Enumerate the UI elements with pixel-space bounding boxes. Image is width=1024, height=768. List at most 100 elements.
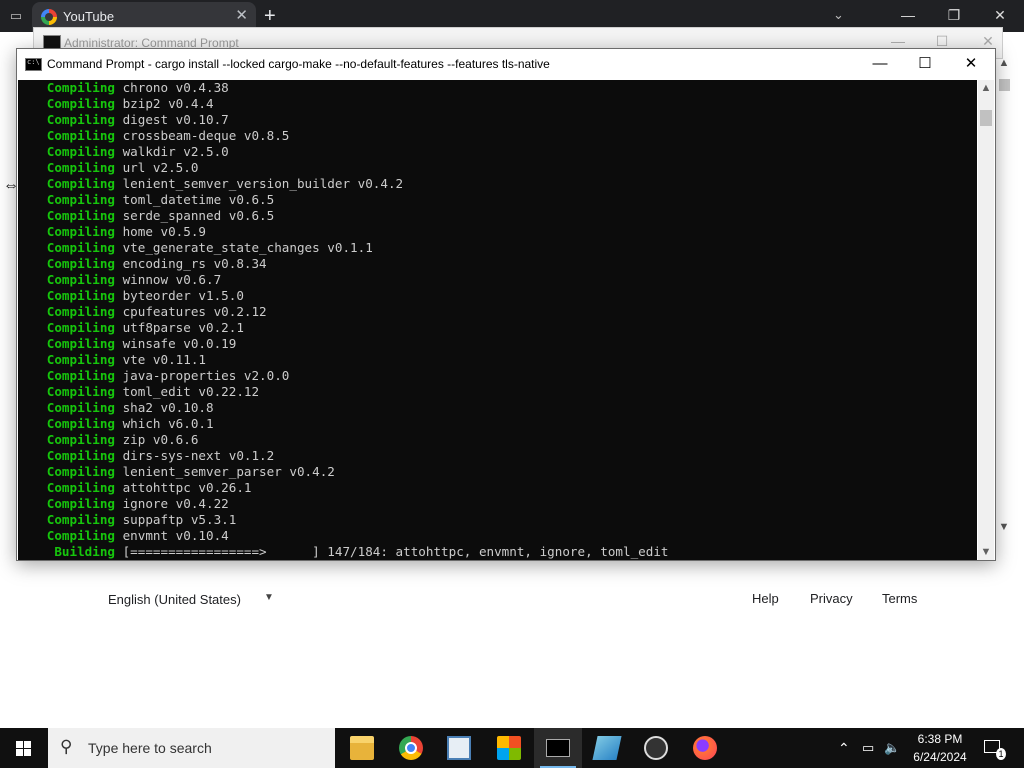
page-scroll-down-icon[interactable]: ▼ <box>996 521 1012 533</box>
console-keyword: Compiling <box>24 400 115 415</box>
console-line: Compiling walkdir v2.5.0 <box>24 144 229 160</box>
firefox-icon <box>693 736 717 760</box>
console-line: Compiling zip v0.6.6 <box>24 432 199 448</box>
console-keyword: Compiling <box>24 256 115 271</box>
language-selector[interactable]: English (United States) <box>108 592 241 607</box>
console-keyword: Compiling <box>24 416 115 431</box>
console-line: Compiling winsafe v0.0.19 <box>24 336 237 352</box>
console-scroll-down-icon[interactable]: ▼ <box>978 544 994 560</box>
console-text: bzip2 v0.4.4 <box>115 96 214 111</box>
taskbar-search-box[interactable]: ⚲ Type here to search <box>48 728 335 768</box>
cmd-window-title: Command Prompt - cargo install --locked … <box>47 57 550 71</box>
tab-close-icon[interactable]: ✕ <box>235 7 248 25</box>
console-keyword: Compiling <box>24 288 115 303</box>
console-keyword: Compiling <box>24 432 115 447</box>
console-text: ignore v0.4.22 <box>115 496 229 511</box>
browser-restore-button[interactable]: ❐ <box>944 7 964 24</box>
cmd-minimize-button[interactable]: — <box>860 53 900 75</box>
console-line: Compiling bzip2 v0.4.4 <box>24 96 214 112</box>
new-tab-button[interactable]: + <box>264 5 276 27</box>
tab-search-icon[interactable]: ▭ <box>6 7 26 25</box>
browser-minimize-button[interactable]: — <box>898 7 918 23</box>
console-keyword: Compiling <box>24 208 115 223</box>
console-keyword: Compiling <box>24 304 115 319</box>
notifications-button[interactable]: 1 <box>982 728 1006 768</box>
console-line: Compiling sha2 v0.10.8 <box>24 400 214 416</box>
console-output[interactable]: Compiling chrono v0.4.38 Compiling bzip2… <box>18 80 977 560</box>
console-keyword: Compiling <box>24 384 115 399</box>
start-button[interactable] <box>0 728 48 768</box>
console-keyword: Compiling <box>24 128 115 143</box>
clock-time: 6:38 PM <box>917 732 963 746</box>
console-line: Compiling ignore v0.4.22 <box>24 496 229 512</box>
console-line: Compiling lenient_semver_version_builder… <box>24 176 403 192</box>
show-hidden-icons-button[interactable]: ⌃ <box>838 728 856 768</box>
cmd-icon <box>43 35 61 49</box>
chrome-taskbar-button[interactable] <box>387 728 435 768</box>
console-text: vte_generate_state_changes v0.1.1 <box>115 240 373 255</box>
console-line: Compiling home v0.5.9 <box>24 224 206 240</box>
store-taskbar-button[interactable] <box>485 728 533 768</box>
console-text: suppaftp v5.3.1 <box>115 512 237 527</box>
browser-close-button[interactable]: ✕ <box>990 7 1010 24</box>
console-keyword: Compiling <box>24 448 115 463</box>
clock-date: 6/24/2024 <box>913 750 967 764</box>
console-keyword: Compiling <box>24 80 115 95</box>
console-line: Compiling dirs-sys-next v0.1.2 <box>24 448 275 464</box>
file-explorer-taskbar-button[interactable] <box>338 728 386 768</box>
privacy-link[interactable]: Privacy <box>810 591 853 606</box>
console-line: Building [=================> ] 147/184: … <box>24 544 669 560</box>
console-text: java-properties v2.0.0 <box>115 368 290 383</box>
console-text: toml_datetime v0.6.5 <box>115 192 275 207</box>
console-scroll-thumb[interactable] <box>980 110 992 126</box>
notification-count: 1 <box>996 748 1006 760</box>
console-line: Compiling encoding_rs v0.8.34 <box>24 256 267 272</box>
network-icon[interactable]: ▭ <box>862 728 880 768</box>
console-text: byteorder v1.5.0 <box>115 288 244 303</box>
console-line: Compiling byteorder v1.5.0 <box>24 288 244 304</box>
taskbar-clock[interactable]: 6:38 PM 6/24/2024 <box>906 730 974 766</box>
console-line: Compiling toml_edit v0.22.12 <box>24 384 259 400</box>
page-scrollbar[interactable]: ▲ ▼ <box>996 57 1012 537</box>
console-text: which v6.0.1 <box>115 416 214 431</box>
page-scroll-thumb[interactable] <box>999 79 1010 91</box>
cmd-title-bar[interactable]: Command Prompt - cargo install --locked … <box>17 49 995 79</box>
cmd-icon <box>25 58 42 71</box>
console-keyword: Compiling <box>24 176 115 191</box>
console-text: zip v0.6.6 <box>115 432 199 447</box>
command-prompt-taskbar-button[interactable] <box>534 728 582 768</box>
notepad-taskbar-button[interactable] <box>583 728 631 768</box>
control-panel-icon <box>447 736 471 760</box>
console-scroll-up-icon[interactable]: ▲ <box>978 80 994 96</box>
bg-minimize-button[interactable]: — <box>888 33 908 49</box>
console-line: Compiling attohttpc v0.26.1 <box>24 480 252 496</box>
console-text: vte v0.11.1 <box>115 352 206 367</box>
cmd-maximize-button[interactable]: ☐ <box>905 53 945 75</box>
horizontal-resize-cursor-icon: ⇔ <box>3 177 19 194</box>
cmd-close-button[interactable]: ✕ <box>951 53 991 75</box>
console-line: Compiling winnow v0.6.7 <box>24 272 221 288</box>
console-scrollbar[interactable]: ▲ ▼ <box>978 80 994 560</box>
console-keyword: Compiling <box>24 224 115 239</box>
console-text: url v2.5.0 <box>115 160 199 175</box>
console-keyword: Compiling <box>24 112 115 127</box>
control-panel-taskbar-button[interactable] <box>435 728 483 768</box>
command-prompt-window[interactable]: Command Prompt - cargo install --locked … <box>16 48 996 561</box>
tab-list-chevron-icon[interactable]: ⌄ <box>833 7 844 23</box>
terms-link[interactable]: Terms <box>882 591 917 606</box>
console-keyword: Compiling <box>24 320 115 335</box>
console-line: Compiling vte_generate_state_changes v0.… <box>24 240 373 256</box>
page-scroll-up-icon[interactable]: ▲ <box>996 57 1012 69</box>
language-dropdown-caret-icon[interactable]: ▼ <box>264 592 274 603</box>
windows-taskbar: ⚲ Type here to search ⌃ ▭ 🔈 6:38 PM 6/24… <box>0 728 1024 768</box>
chrome-icon <box>399 736 423 760</box>
firefox-taskbar-button[interactable] <box>681 728 729 768</box>
obs-taskbar-button[interactable] <box>632 728 680 768</box>
console-keyword: Compiling <box>24 368 115 383</box>
console-line: Compiling chrono v0.4.38 <box>24 80 229 96</box>
help-link[interactable]: Help <box>752 591 779 606</box>
console-line: Compiling vte v0.11.1 <box>24 352 206 368</box>
console-text: lenient_semver_version_builder v0.4.2 <box>115 176 404 191</box>
volume-muted-icon[interactable]: 🔈 <box>884 728 902 768</box>
console-text: [=================> ] 147/184: attohttpc… <box>115 544 669 559</box>
